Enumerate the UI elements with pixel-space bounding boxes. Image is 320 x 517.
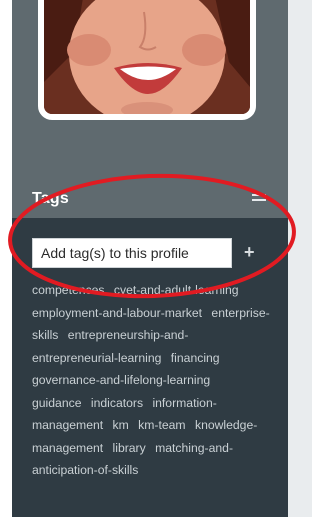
tags-body: + competences cvet-and-adult-learning em… xyxy=(12,218,288,517)
tags-title: Tags xyxy=(32,190,69,207)
tag-link[interactable]: cvet-and-adult-learning xyxy=(114,283,239,297)
tag-link[interactable]: km xyxy=(113,418,129,432)
tag-link[interactable]: guidance xyxy=(32,396,81,410)
right-gutter xyxy=(288,0,312,517)
menu-icon-bar xyxy=(252,194,266,196)
tag-link[interactable]: indicators xyxy=(91,396,143,410)
tags-header: Tags xyxy=(12,182,288,218)
tag-link[interactable]: governance-and-lifelong-learning xyxy=(32,373,210,387)
tag-cloud: competences cvet-and-adult-learning empl… xyxy=(32,279,272,482)
tag-link[interactable]: km-team xyxy=(138,418,185,432)
tag-link[interactable]: employment-and-labour-market xyxy=(32,306,202,320)
tag-link[interactable]: financing xyxy=(171,351,220,365)
page: Tags + competences cvet-and-adult-learni… xyxy=(0,0,312,517)
plus-icon[interactable]: + xyxy=(244,242,255,263)
profile-photo-image xyxy=(44,0,250,114)
profile-photo[interactable] xyxy=(38,0,256,120)
profile-area xyxy=(12,0,288,182)
tag-link[interactable]: competences xyxy=(32,283,105,297)
sidebar: Tags + competences cvet-and-adult-learni… xyxy=(12,0,288,517)
menu-icon[interactable] xyxy=(252,194,266,206)
menu-icon-bar xyxy=(252,199,266,201)
add-tag-input[interactable] xyxy=(32,238,232,268)
tag-link[interactable]: library xyxy=(113,441,146,455)
